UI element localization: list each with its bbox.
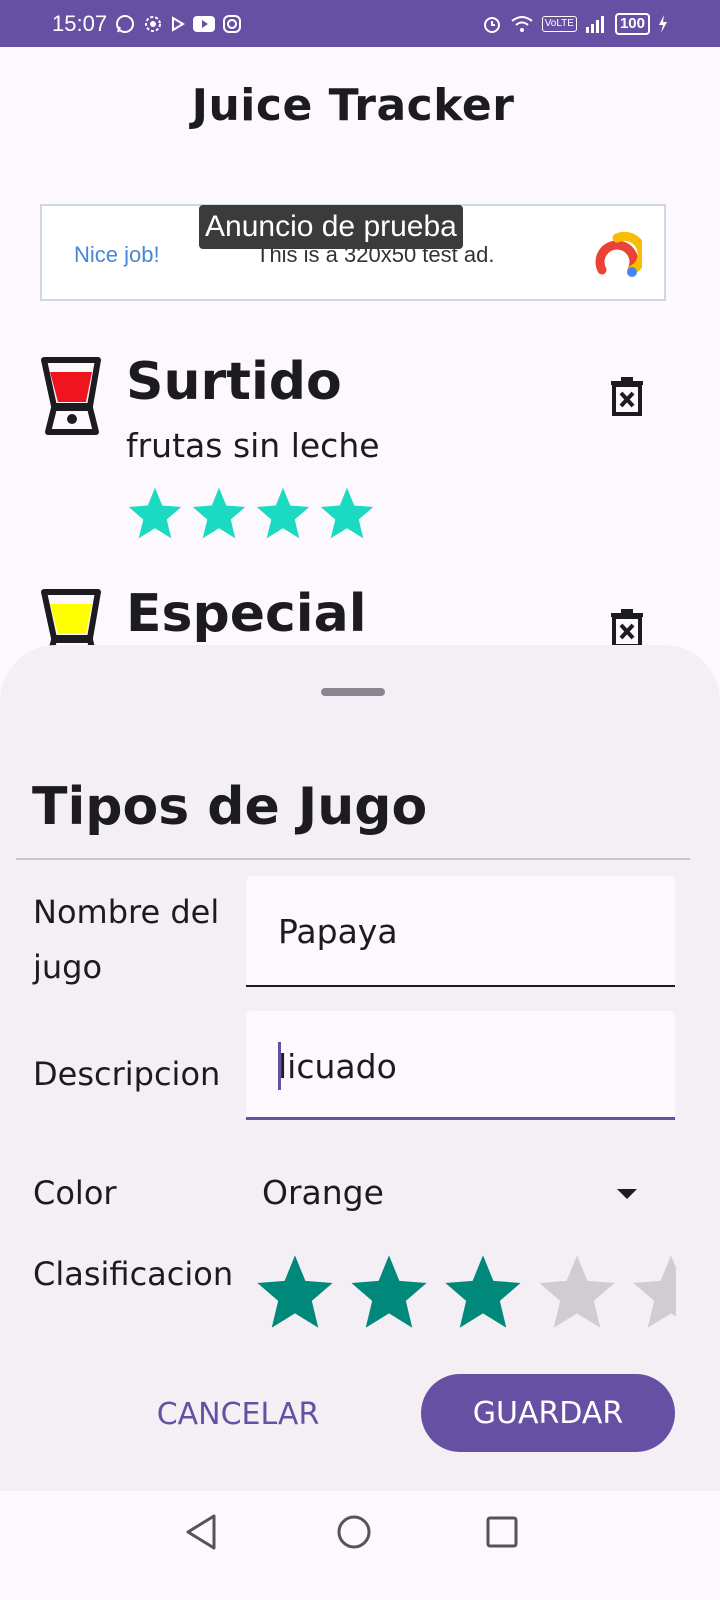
recents-button[interactable] (486, 1513, 518, 1555)
star-icon (320, 487, 374, 539)
volte-icon: VoLTE (541, 15, 577, 32)
star-icon (192, 487, 246, 539)
name-value: Papaya (278, 912, 398, 951)
home-icon (337, 1515, 371, 1549)
juice-list-item[interactable]: Especial (40, 584, 660, 667)
whatsapp-icon (115, 14, 135, 34)
delete-icon (611, 609, 643, 648)
app-title: Juice Tracker (191, 80, 515, 131)
rating-label: Clasificacion (33, 1255, 234, 1293)
description-label: Descripcion (33, 1055, 221, 1093)
ad-nice-text: Nice job! (74, 242, 160, 267)
description-field[interactable]: licuado (246, 1011, 675, 1120)
name-field[interactable]: Papaya (246, 876, 675, 987)
home-button[interactable] (336, 1513, 372, 1555)
juice-name: Surtido (126, 352, 342, 412)
juice-list-item[interactable]: Surtido frutas sin leche (40, 352, 660, 556)
sheet-title: Tipos de Jugo (32, 777, 428, 837)
divider (16, 858, 690, 860)
signal-icon (585, 15, 607, 33)
wifi-icon (510, 15, 534, 33)
settings-icon (143, 14, 163, 34)
rating-bar[interactable] (252, 1250, 676, 1340)
battery-icon: 100 (614, 12, 650, 35)
bottom-sheet: Tipos de Jugo Nombre del jugo Papaya Des… (0, 645, 720, 1491)
save-button[interactable]: GUARDAR (421, 1374, 675, 1452)
star-icon[interactable] (628, 1250, 676, 1336)
star-icon[interactable] (534, 1250, 620, 1336)
juice-rating (124, 484, 378, 544)
dropdown-arrow-icon (616, 1185, 638, 1204)
ad-test-label: Anuncio de prueba (199, 205, 463, 249)
youtube-icon (193, 15, 216, 32)
delete-button[interactable] (610, 376, 644, 420)
instagram-icon (223, 14, 242, 33)
charging-icon (658, 14, 668, 33)
juice-name: Especial (126, 584, 367, 644)
juice-description: frutas sin leche (126, 426, 380, 465)
star-icon[interactable] (252, 1250, 338, 1336)
back-button[interactable] (184, 1513, 218, 1555)
ad-logo-icon (592, 230, 647, 284)
recents-icon (486, 1516, 518, 1548)
color-value: Orange (262, 1173, 384, 1212)
star-icon (128, 487, 182, 539)
delete-icon (611, 377, 643, 416)
star-icon (256, 487, 310, 539)
color-label: Color (33, 1174, 117, 1212)
status-bar: 15:07 VoLTE 100 (0, 0, 720, 47)
alarm-icon (482, 14, 502, 34)
star-icon[interactable] (346, 1250, 432, 1336)
blender-icon (40, 356, 104, 440)
status-time: 15:07 (52, 10, 108, 36)
description-value: licuado (278, 1047, 397, 1086)
navigation-bar (0, 1491, 720, 1600)
drag-handle[interactable] (321, 688, 385, 696)
cancel-button[interactable]: CANCELAR (150, 1375, 326, 1453)
star-icon[interactable] (440, 1250, 526, 1336)
name-label: Nombre del jugo (33, 893, 220, 986)
play-icon (171, 15, 186, 32)
back-icon (186, 1514, 216, 1550)
